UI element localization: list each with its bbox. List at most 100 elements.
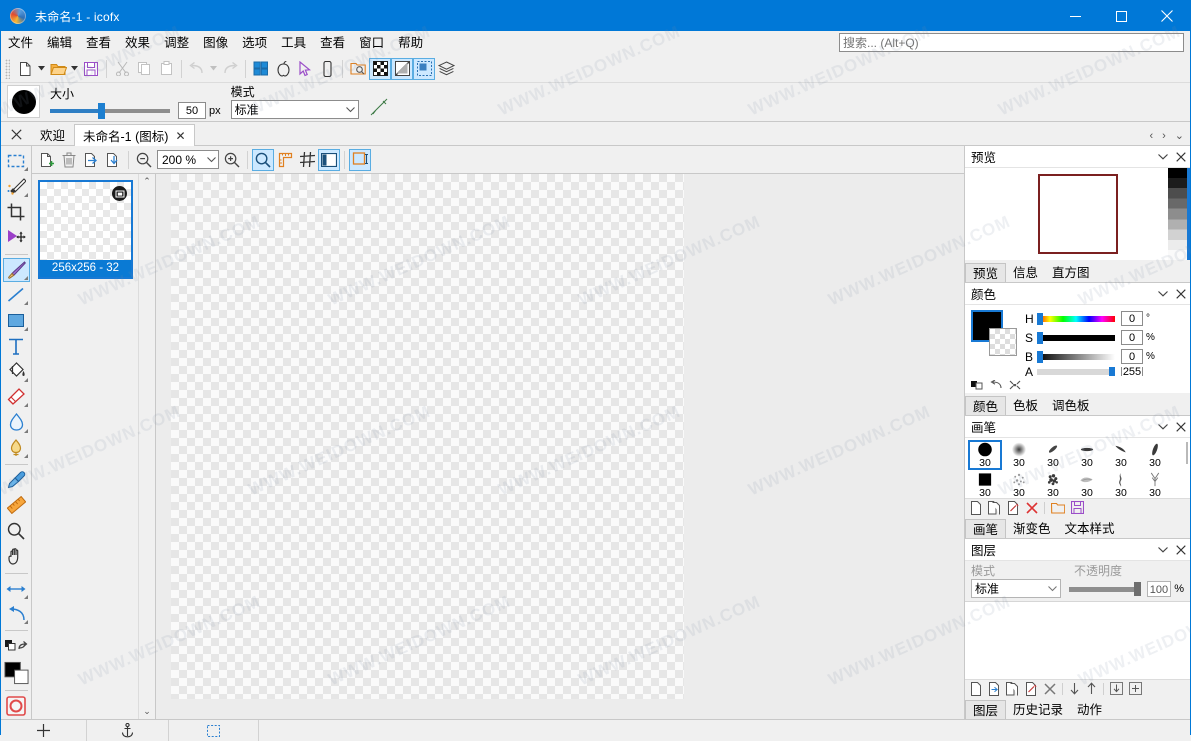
layer-list[interactable] [965, 601, 1190, 679]
reset-color-icon[interactable] [990, 380, 1002, 390]
tab-actions[interactable]: 动作 [1070, 700, 1109, 719]
new-document-icon[interactable] [14, 58, 36, 80]
apple-icon[interactable] [272, 58, 294, 80]
brush-item[interactable]: 30 [1070, 470, 1104, 498]
background-color-swatch[interactable] [989, 328, 1017, 356]
frame-item[interactable]: 256x256 - 32 [38, 180, 133, 279]
duplicate-layer-icon[interactable] [1006, 681, 1019, 696]
open-brush-folder-icon[interactable] [1051, 502, 1065, 514]
tab-layers[interactable]: 图层 [965, 700, 1007, 719]
close-all-tabs-button[interactable] [1, 123, 31, 145]
tab-color[interactable]: 颜色 [965, 396, 1007, 415]
layer-properties-icon[interactable] [1025, 681, 1038, 696]
chevron-down-icon[interactable] [1154, 541, 1172, 559]
brightness-slider[interactable] [1037, 350, 1115, 363]
hand-tool[interactable] [3, 544, 30, 568]
close-icon[interactable] [1172, 148, 1190, 166]
pressure-pen-icon[interactable] [369, 98, 389, 116]
menu-item-window[interactable]: 窗口 [352, 33, 391, 54]
brush-mode-select[interactable]: 标准 [230, 100, 359, 119]
saturation-slider[interactable] [1037, 331, 1115, 344]
swap-colors-icon[interactable] [3, 634, 30, 658]
menu-item-help[interactable]: 帮助 [391, 33, 430, 54]
minimize-button[interactable] [1052, 1, 1098, 31]
tab-palette[interactable]: 调色板 [1045, 396, 1097, 415]
tab-preview[interactable]: 预览 [965, 263, 1007, 282]
tab-info[interactable]: 信息 [1006, 263, 1045, 282]
tab-text-styles[interactable]: 文本样式 [1058, 519, 1122, 538]
menu-item-edit[interactable]: 编辑 [40, 33, 79, 54]
menu-item-tools[interactable]: 工具 [274, 33, 313, 54]
close-icon[interactable] [1172, 541, 1190, 559]
new-brush-icon[interactable] [970, 500, 982, 515]
brush-preview[interactable] [7, 85, 40, 118]
magic-wand-tool[interactable] [3, 174, 30, 198]
transparency-checker-icon[interactable] [369, 57, 391, 80]
brush-scrollbar[interactable] [1186, 442, 1188, 464]
zoom-in-icon[interactable] [221, 149, 243, 171]
color-model-icon[interactable] [971, 380, 983, 390]
ruler-icon[interactable] [274, 149, 296, 171]
tab-next-button[interactable]: › [1162, 130, 1166, 142]
import-frame-icon[interactable] [80, 149, 102, 171]
delete-layer-icon[interactable] [1044, 682, 1056, 695]
brush-item[interactable]: 30 [1002, 440, 1036, 470]
grid-icon[interactable] [296, 149, 318, 171]
tab-close-icon[interactable]: ✕ [175, 129, 185, 143]
menu-item-image[interactable]: 图像 [196, 33, 235, 54]
tab-prev-button[interactable]: ‹ [1149, 130, 1153, 142]
search-input[interactable] [840, 33, 1183, 52]
hue-slider[interactable] [1037, 312, 1115, 325]
windows-icon[interactable] [250, 58, 272, 80]
chevron-down-icon[interactable] [1154, 148, 1172, 166]
new-document-dropdown-icon[interactable] [36, 58, 47, 80]
menu-item-file[interactable]: 文件 [1, 33, 40, 54]
zoom-tool[interactable] [3, 519, 30, 543]
tab-list-button[interactable]: ⌄ [1175, 129, 1184, 142]
merge-down-icon[interactable] [1110, 682, 1123, 695]
brush-item[interactable]: 30 [1036, 470, 1070, 498]
layer-opacity-input[interactable]: 100 [1146, 580, 1172, 597]
brush-item[interactable]: 30 [1138, 440, 1172, 470]
undo-icon[interactable] [186, 58, 208, 80]
measure-tool[interactable] [3, 493, 30, 517]
mobile-icon[interactable] [316, 58, 338, 80]
brush-grid-area[interactable]: 30 30 30 30 30 30 30 30 30 30 30 30 [965, 438, 1190, 498]
chevron-down-icon[interactable] [1154, 418, 1172, 436]
eyedropper-tool[interactable] [3, 468, 30, 492]
record-macro-icon[interactable] [3, 693, 30, 717]
save-icon[interactable] [80, 58, 102, 80]
zoom-level-select[interactable]: 200 % [157, 150, 219, 169]
extract-icon[interactable] [347, 58, 369, 80]
layer-mode-select[interactable]: 标准 [971, 579, 1061, 598]
hue-input[interactable]: 0 [1121, 311, 1143, 326]
move-up-icon[interactable] [1086, 682, 1097, 695]
open-folder-icon[interactable] [47, 58, 69, 80]
color-swatches[interactable] [971, 310, 1017, 356]
tab-welcome[interactable]: 欢迎 [31, 123, 75, 145]
rectangle-select-tool[interactable] [3, 149, 30, 173]
edit-brush-icon[interactable] [1007, 500, 1020, 515]
tab-brushes[interactable]: 画笔 [965, 519, 1007, 538]
brush-item[interactable]: 30 [1138, 470, 1172, 498]
brush-size-slider[interactable] [50, 102, 170, 119]
menu-item-adjust[interactable]: 调整 [157, 33, 196, 54]
brush-item[interactable]: 30 [968, 470, 1002, 498]
alpha-input[interactable]: 255 [1121, 367, 1143, 376]
frame-scroll-down[interactable]: ⌄ [143, 706, 151, 717]
no-alpha-icon[interactable] [391, 57, 413, 80]
brush-item[interactable]: 30 [1104, 440, 1138, 470]
delete-brush-icon[interactable] [1026, 501, 1038, 514]
rotate-tool[interactable] [3, 602, 30, 626]
magnifier-icon[interactable] [252, 148, 274, 171]
close-icon[interactable] [1172, 418, 1190, 436]
close-button[interactable] [1144, 1, 1190, 31]
import-layer-icon[interactable] [988, 681, 1000, 696]
tab-histogram[interactable]: 直方图 [1045, 263, 1097, 282]
export-frame-icon[interactable] [102, 149, 124, 171]
tab-swatches[interactable]: 色板 [1006, 396, 1045, 415]
brightness-input[interactable]: 0 [1121, 349, 1143, 364]
move-down-icon[interactable] [1069, 682, 1080, 695]
selection-overlay-icon[interactable] [413, 57, 435, 80]
move-selection-tool[interactable] [3, 225, 30, 249]
